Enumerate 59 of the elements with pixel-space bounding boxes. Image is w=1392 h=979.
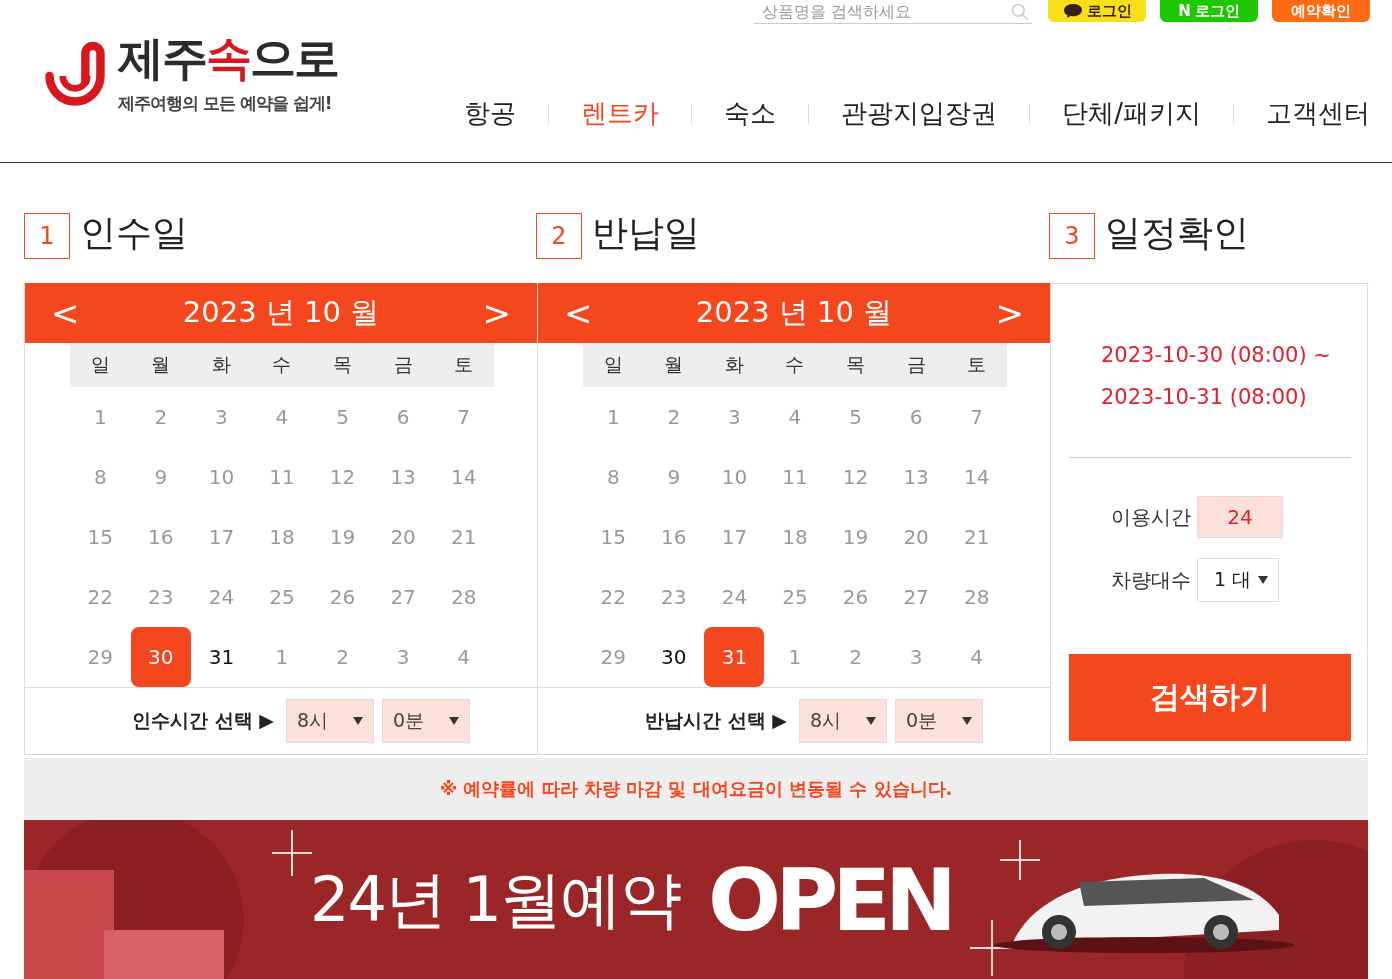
- date-range: 2023-10-30 (08:00) ~: [1101, 342, 1332, 369]
- banner-headline: 24년 1월예약: [310, 862, 681, 938]
- nav-item[interactable]: 관광지입장권: [841, 96, 998, 131]
- hour-select[interactable]: 8시: [798, 699, 887, 743]
- weekday-label: 토: [966, 352, 988, 377]
- month-title: 2023 년 10 월: [182, 294, 380, 331]
- calendar-day[interactable]: 31: [704, 627, 765, 687]
- date-range: 2023-10-31 (08:00): [1101, 384, 1308, 411]
- hours-field: 24: [1197, 496, 1283, 538]
- step-title: 일정확인: [1105, 211, 1249, 255]
- hour-select[interactable]: 8시: [285, 699, 374, 743]
- step-title: 인수일: [80, 211, 188, 255]
- step-title: 반납일: [592, 211, 700, 255]
- calendar-day[interactable]: 30: [643, 627, 704, 687]
- car-count-select[interactable]: 1 대: [1197, 558, 1279, 602]
- weekday-label: 토: [453, 352, 475, 377]
- nav-item[interactable]: 숙소: [724, 96, 777, 131]
- step-number: 2: [536, 213, 582, 259]
- nav-item[interactable]: 렌트카: [581, 96, 660, 131]
- nav-item[interactable]: 단체/패키지: [1062, 96, 1201, 131]
- weekday-label: 일: [89, 352, 111, 377]
- time-label: 반납시간 선택 ▶: [645, 708, 787, 733]
- field-label: 이용시간: [1111, 503, 1191, 531]
- weekday-label: 화: [210, 352, 232, 377]
- next-month-button[interactable]: >: [989, 293, 1030, 333]
- login-button[interactable]: 로그인: [1048, 0, 1146, 22]
- next-month-button[interactable]: >: [476, 293, 517, 333]
- notice-text: ※ 예약률에 따라 차량 마감 및 대여요금이 변동될 수 있습니다.: [24, 758, 1368, 820]
- calendar-day[interactable]: 31: [191, 627, 252, 687]
- weekday-label: 월: [663, 352, 685, 377]
- minute-select[interactable]: 0분: [894, 699, 983, 743]
- minute-select[interactable]: 0분: [381, 699, 470, 743]
- weekday-label: 월: [150, 352, 172, 377]
- weekday-label: 목: [845, 352, 867, 377]
- weekday-label: 수: [784, 352, 806, 377]
- calendar-day[interactable]: 30: [130, 627, 191, 687]
- banner-title: OPEN: [708, 850, 951, 950]
- weekday-label: 금: [392, 352, 414, 377]
- step-number: 1: [24, 213, 70, 259]
- login-button[interactable]: N 로그인: [1160, 0, 1258, 22]
- nav-item[interactable]: 항공: [464, 96, 517, 131]
- reservation-button[interactable]: 예약확인: [1272, 0, 1370, 22]
- month-title: 2023 년 10 월: [695, 294, 893, 331]
- weekday-label: 일: [602, 352, 624, 377]
- field-label: 차량대수: [1111, 566, 1191, 594]
- weekday-label: 목: [332, 352, 354, 377]
- logo-title[interactable]: 제주속으로: [118, 34, 338, 83]
- previous-month-button[interactable]: <: [45, 293, 86, 333]
- weekday-label: 화: [723, 352, 745, 377]
- search-button[interactable]: 검색하기: [1069, 654, 1351, 741]
- nav-item[interactable]: 고객센터: [1266, 96, 1370, 131]
- step-number: 3: [1049, 213, 1095, 259]
- search-field[interactable]: 상품명을 검색하세요: [754, 0, 1032, 24]
- previous-month-button[interactable]: <: [558, 293, 599, 333]
- weekday-label: 수: [271, 352, 293, 377]
- weekday-label: 금: [905, 352, 927, 377]
- chat-bubble-icon: [1062, 3, 1083, 19]
- logo-tagline: 제주여행의 모든 예약을 쉽게!: [118, 92, 333, 116]
- time-label: 인수시간 선택 ▶: [132, 708, 274, 733]
